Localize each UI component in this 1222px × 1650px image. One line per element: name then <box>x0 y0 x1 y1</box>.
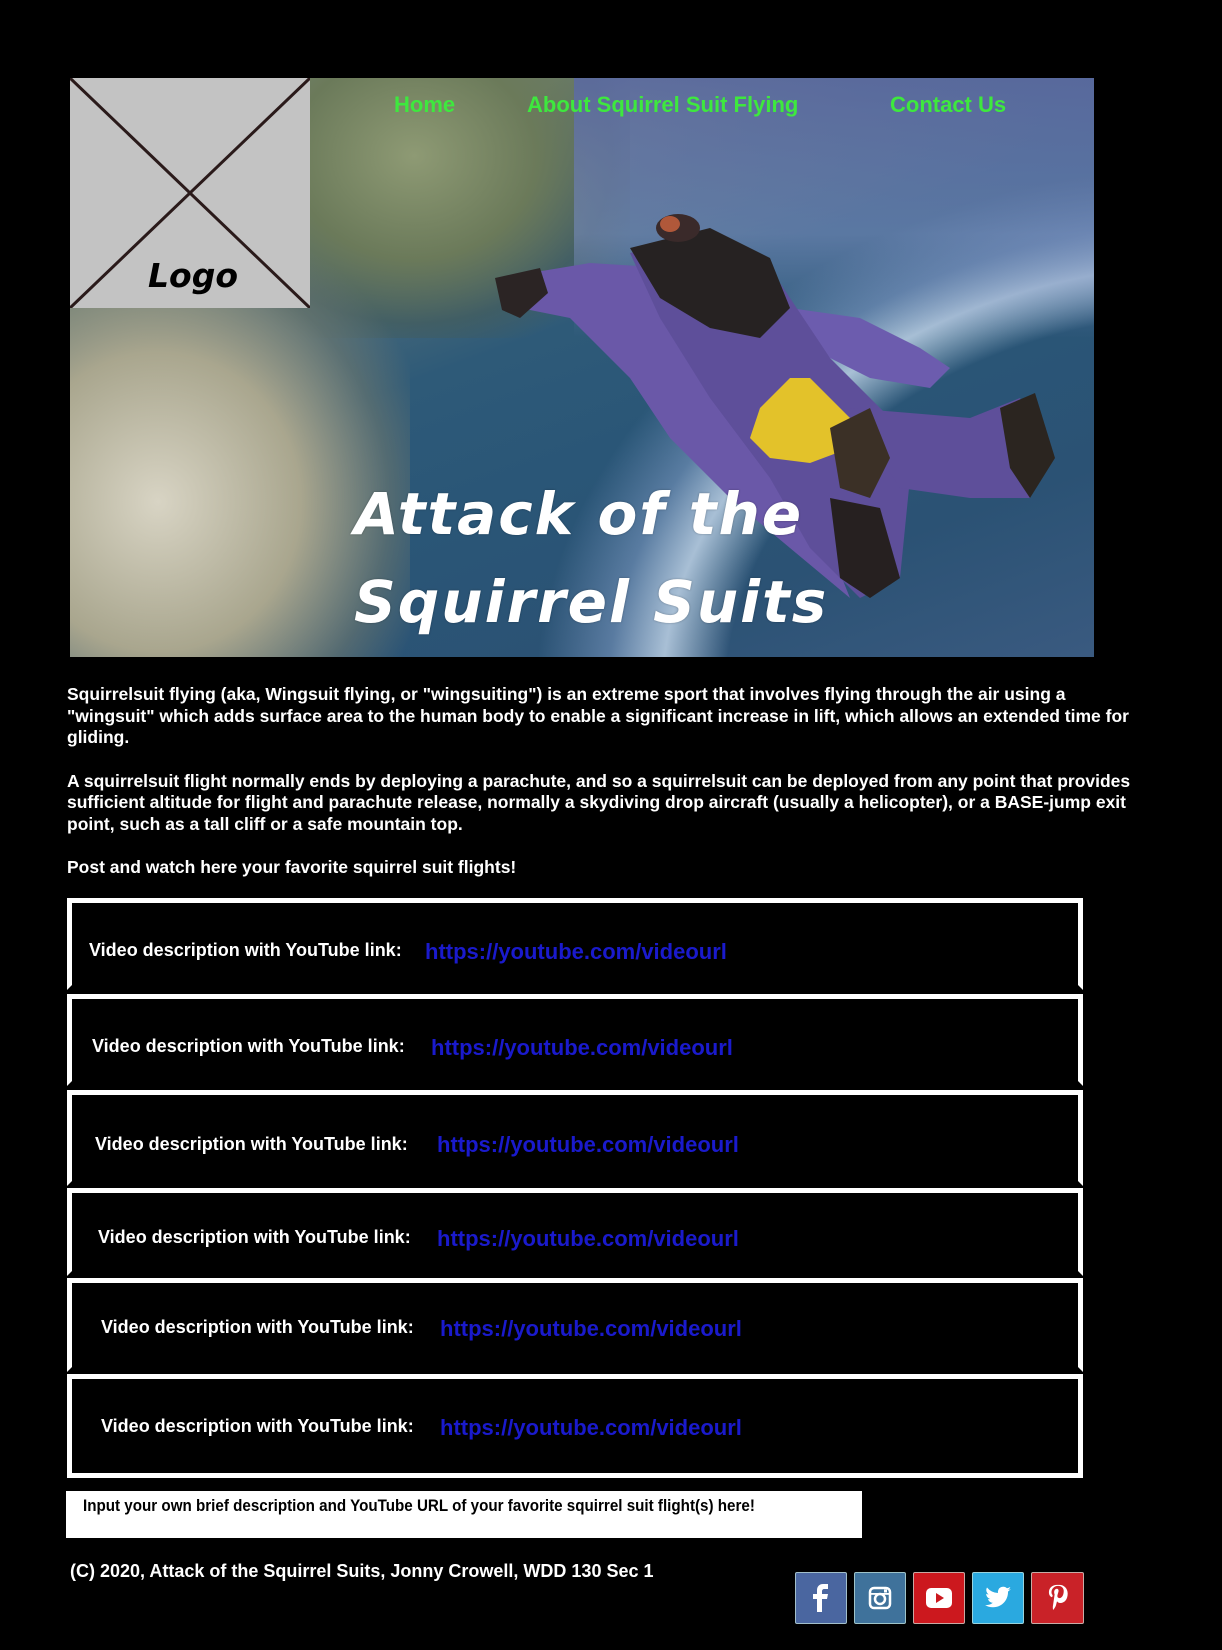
intro-paragraph: A squirrelsuit flight normally ends by d… <box>67 770 1131 834</box>
twitter-link[interactable] <box>972 1572 1024 1624</box>
intro-paragraph: Squirrelsuit flying (aka, Wingsuit flyin… <box>67 684 1129 747</box>
pinterest-link[interactable] <box>1031 1572 1084 1624</box>
video-item: Video description with YouTube link: htt… <box>67 994 1083 1086</box>
facebook-link[interactable] <box>795 1572 847 1624</box>
instagram-link[interactable] <box>854 1572 906 1624</box>
video-link[interactable]: https://youtube.com/videourl <box>440 1316 742 1342</box>
video-item: Video description with YouTube link: htt… <box>67 1374 1083 1478</box>
nav-home[interactable]: Home <box>394 92 455 118</box>
hero-title-line1: Attack of the <box>354 480 804 548</box>
copyright-text: (C) 2020, Attack of the Squirrel Suits, … <box>70 1561 654 1581</box>
main-nav: Home About Squirrel Suit Flying Contact … <box>70 92 1094 128</box>
video-submission-placeholder: Input your own brief description and You… <box>83 1497 755 1515</box>
youtube-link[interactable] <box>913 1572 965 1624</box>
video-link[interactable]: https://youtube.com/videourl <box>437 1132 739 1158</box>
video-description: Video description with YouTube link: <box>101 1416 414 1436</box>
video-description: Video description with YouTube link: <box>95 1134 408 1154</box>
video-description: Video description with YouTube link: <box>98 1227 411 1247</box>
youtube-icon <box>926 1588 952 1608</box>
nav-contact[interactable]: Contact Us <box>890 92 1006 118</box>
video-item: Video description with YouTube link: htt… <box>67 1278 1083 1372</box>
video-description: Video description with YouTube link: <box>92 1036 405 1056</box>
facebook-icon <box>813 1584 828 1612</box>
video-item: Video description with YouTube link: htt… <box>67 898 1083 990</box>
video-link[interactable]: https://youtube.com/videourl <box>440 1415 742 1441</box>
video-description: Video description with YouTube link: <box>89 940 402 960</box>
intro-text: Squirrelsuit flying (aka, Wingsuit flyin… <box>67 684 1147 901</box>
video-link[interactable]: https://youtube.com/videourl <box>425 939 727 965</box>
nav-about[interactable]: About Squirrel Suit Flying <box>527 92 798 118</box>
video-item: Video description with YouTube link: htt… <box>67 1090 1083 1186</box>
video-submission-input[interactable]: Input your own brief description and You… <box>66 1491 862 1538</box>
hero-banner: Logo Home About Squirrel Suit Flying Con… <box>70 78 1094 657</box>
video-description: Video description with YouTube link: <box>101 1317 414 1337</box>
instagram-icon <box>868 1586 892 1610</box>
intro-call-to-action: Post and watch here your favorite squirr… <box>67 857 517 877</box>
logo-text: Logo <box>148 256 238 295</box>
video-link[interactable]: https://youtube.com/videourl <box>431 1035 733 1061</box>
hero-title: Attack of the Squirrel Suits <box>354 470 828 646</box>
video-item: Video description with YouTube link: htt… <box>67 1188 1083 1276</box>
video-link[interactable]: https://youtube.com/videourl <box>437 1226 739 1252</box>
hero-title-line2: Squirrel Suits <box>354 568 829 636</box>
twitter-icon <box>985 1586 1011 1608</box>
pinterest-icon <box>1048 1584 1068 1610</box>
